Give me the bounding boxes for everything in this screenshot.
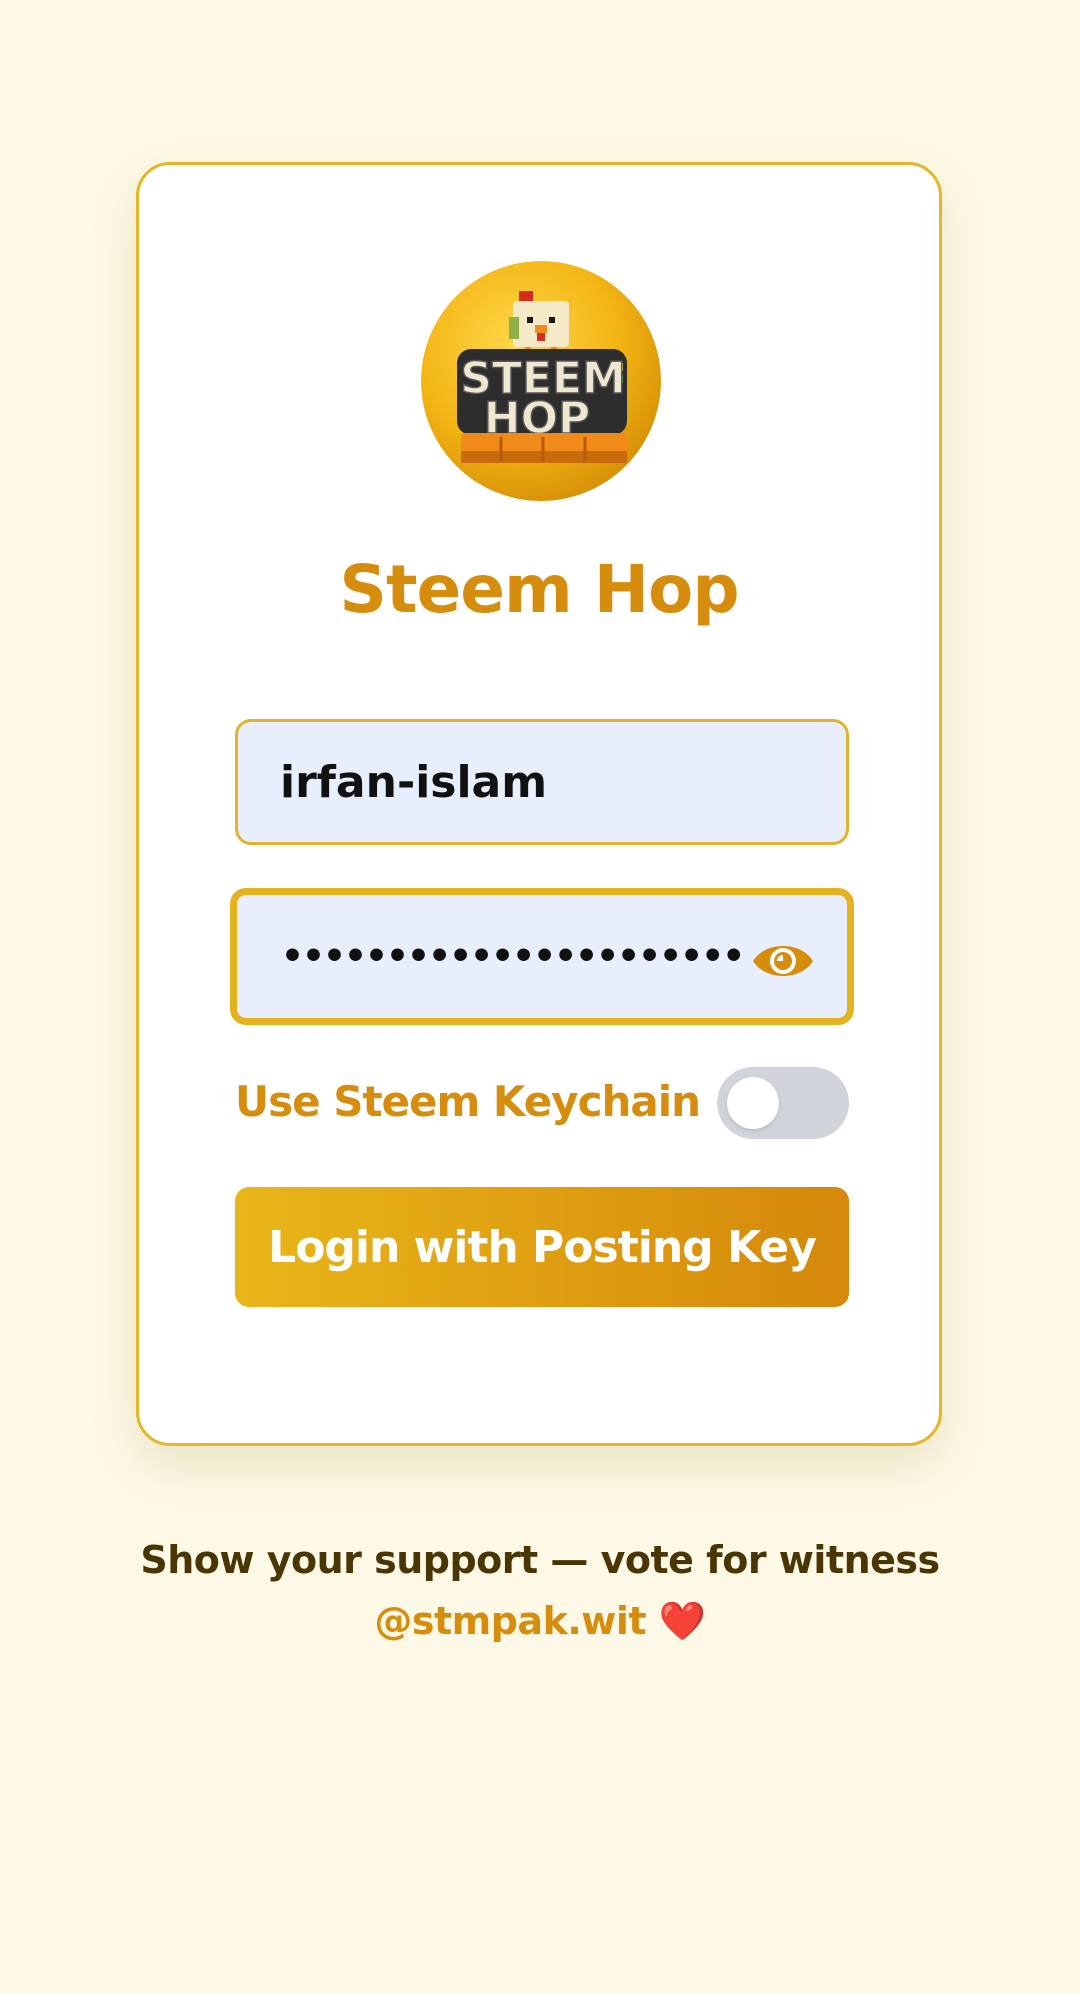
witness-support: Show your support — vote for witness @st… [0,1530,1080,1652]
witness-link[interactable]: @stmpak.wit [374,1599,646,1643]
login-button[interactable]: Login with Posting Key [235,1187,849,1307]
username-field[interactable] [235,719,849,845]
heart-icon: ❤️ [658,1598,706,1643]
keychain-label: Use Steem Keychain [235,1077,701,1126]
toggle-knob [727,1077,779,1129]
eye-icon-svg [753,946,813,976]
password-field[interactable] [230,888,854,1025]
username-input[interactable] [280,722,800,842]
app-title: Steem Hop [339,551,739,628]
password-input[interactable] [281,895,741,1018]
keychain-toggle[interactable] [717,1067,849,1139]
logo-image: STEEM HOP [421,261,661,501]
steem-hop-logo: STEEM HOP [421,261,661,501]
keychain-row: Use Steem Keychain [235,1067,849,1139]
eye-icon[interactable] [751,937,815,985]
login-card: STEEM HOP Steem Hop Use Steem Keychain [136,162,942,1446]
support-text: Show your support — vote for witness [140,1538,940,1582]
support-link-line: @stmpak.wit ❤️ [0,1591,1080,1652]
